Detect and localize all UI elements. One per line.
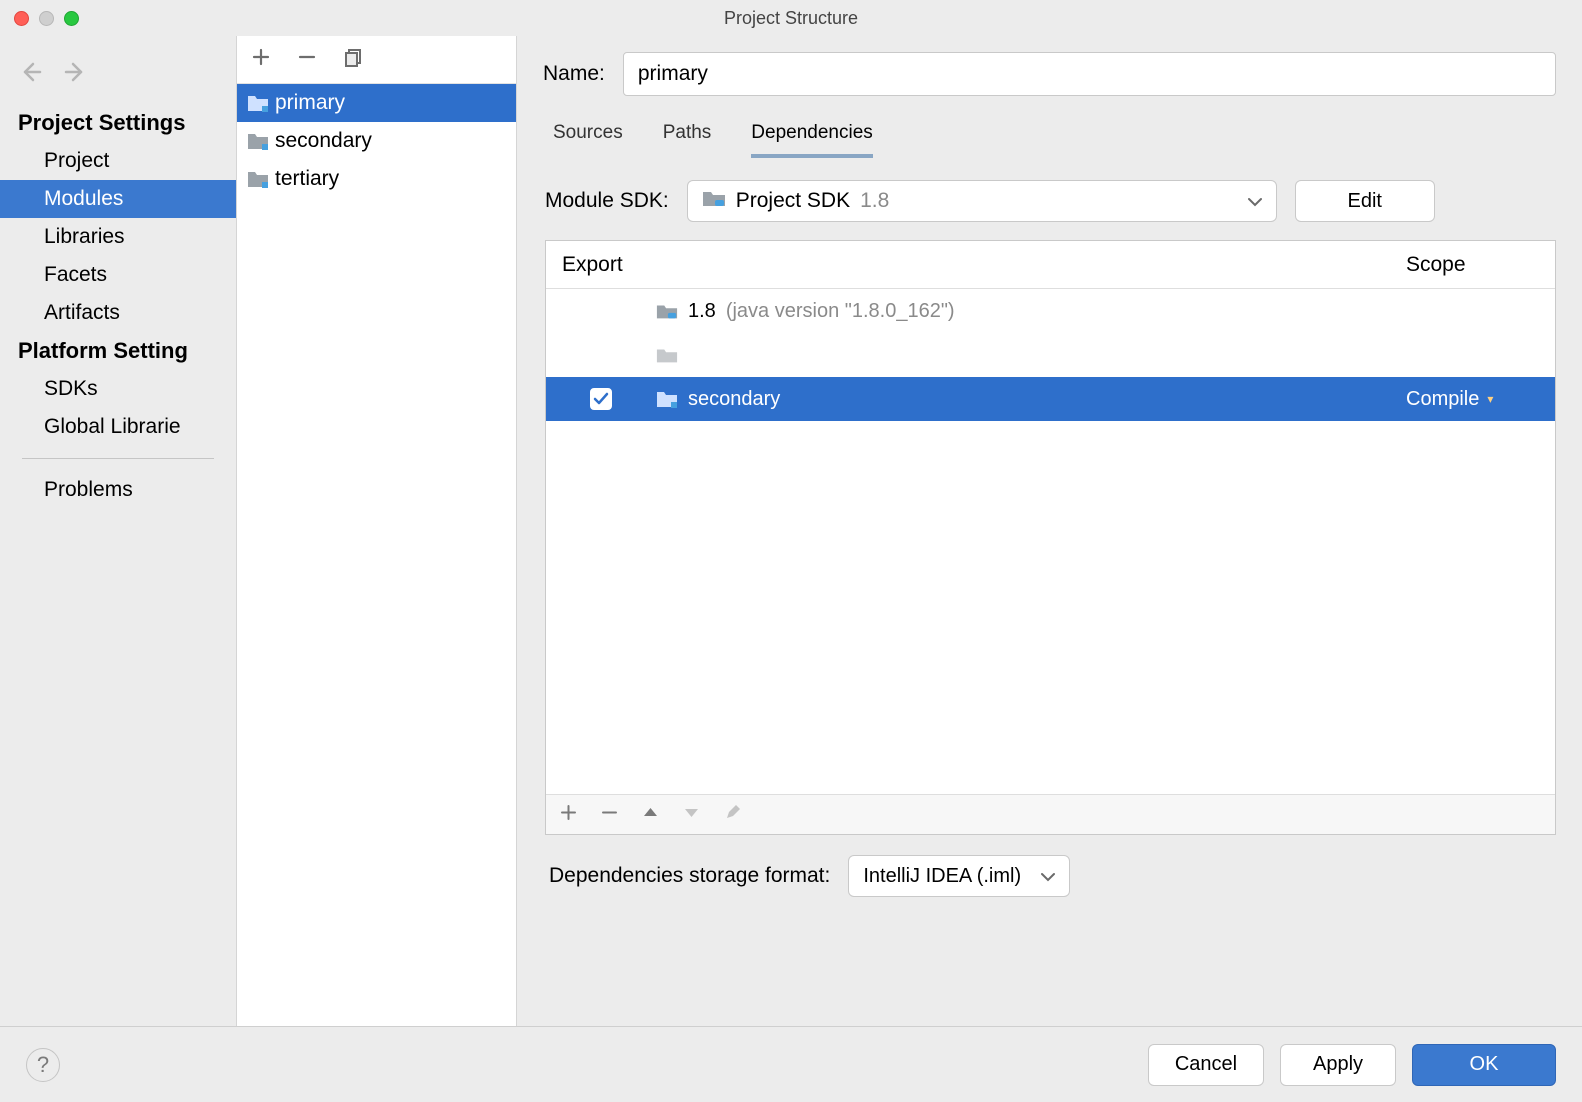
chevron-down-icon [1248, 189, 1262, 213]
storage-format-label: Dependencies storage format: [549, 864, 830, 888]
module-item-secondary[interactable]: secondary [237, 122, 516, 160]
sdk-folder-icon [702, 189, 726, 213]
storage-format-value: IntelliJ IDEA (.iml) [863, 865, 1021, 888]
add-module-icon[interactable] [251, 47, 271, 72]
workarea: Project Settings ProjectModulesLibraries… [0, 36, 1582, 1026]
module-sdk-select[interactable]: Project SDK 1.8 [687, 180, 1277, 222]
module-item-label: tertiary [275, 167, 339, 191]
sidebar-header-project-settings: Project Settings [0, 104, 236, 142]
column-scope[interactable]: Scope [1400, 253, 1555, 277]
sdk-name: Project SDK [736, 189, 850, 213]
dependency-name: 1.8 [688, 300, 716, 323]
tab-paths[interactable]: Paths [663, 122, 712, 158]
column-export[interactable]: Export [546, 253, 656, 277]
divider [22, 458, 214, 459]
storage-format-select[interactable]: IntelliJ IDEA (.iml) [848, 855, 1070, 897]
module-name-input[interactable] [623, 52, 1556, 96]
module-folder-icon [247, 94, 269, 112]
module-item-tertiary[interactable]: tertiary [237, 160, 516, 198]
dependency-scope[interactable]: Compile [1406, 388, 1479, 411]
ok-button[interactable]: OK [1412, 1044, 1556, 1086]
close-window-button[interactable] [14, 11, 29, 26]
chevron-down-icon: ▾ [1487, 392, 1493, 406]
forward-icon[interactable] [64, 60, 88, 90]
help-button[interactable]: ? [26, 1048, 60, 1082]
sidebar-item-global-librarie[interactable]: Global Librarie [0, 408, 236, 446]
table-header: Export Scope [546, 241, 1555, 289]
dependency-toolbar [546, 794, 1555, 834]
module-folder-icon [247, 132, 269, 150]
module-sdk-label: Module SDK: [545, 189, 669, 213]
dependency-detail: (java version "1.8.0_162") [726, 300, 955, 323]
titlebar: Project Structure [0, 0, 1582, 36]
sidebar: Project Settings ProjectModulesLibraries… [0, 36, 237, 1026]
copy-module-icon[interactable] [343, 47, 363, 72]
zoom-window-button[interactable] [64, 11, 79, 26]
move-down-icon[interactable] [683, 804, 700, 826]
sidebar-item-project[interactable]: Project [0, 142, 236, 180]
remove-dependency-icon[interactable] [601, 804, 618, 826]
add-dependency-icon[interactable] [560, 804, 577, 826]
detail-tabs: Sources Paths Dependencies [517, 96, 1582, 158]
detail-pane: Name: Sources Paths Dependencies Module SD… [517, 36, 1582, 1026]
remove-module-icon[interactable] [297, 47, 317, 72]
sidebar-item-artifacts[interactable]: Artifacts [0, 294, 236, 332]
nav-history [0, 36, 236, 104]
export-checkbox[interactable] [590, 388, 612, 410]
sidebar-item-sdks[interactable]: SDKs [0, 370, 236, 408]
module-folder-icon [247, 170, 269, 188]
window-controls [0, 11, 79, 26]
move-up-icon[interactable] [642, 804, 659, 826]
dependency-kind-icon [656, 390, 678, 408]
module-item-primary[interactable]: primary [237, 84, 516, 122]
sidebar-item-problems[interactable]: Problems [0, 471, 236, 509]
module-toolbar [237, 36, 516, 84]
dependencies-table: Export Scope 1.8 (java version "1.8.0_16… [545, 240, 1556, 835]
apply-button[interactable]: Apply [1280, 1044, 1396, 1086]
edit-sdk-button[interactable]: Edit [1295, 180, 1435, 222]
name-label: Name: [543, 62, 605, 86]
minimize-window-button[interactable] [39, 11, 54, 26]
dependency-kind-icon [656, 346, 678, 364]
dependency-name: secondary [688, 388, 780, 411]
sdk-version: 1.8 [860, 189, 889, 213]
chevron-down-icon [1041, 865, 1055, 888]
module-list: primary secondary tertiary [237, 36, 517, 1026]
tab-sources[interactable]: Sources [553, 122, 623, 158]
window-title: Project Structure [0, 8, 1582, 29]
back-icon[interactable] [18, 60, 42, 90]
edit-dependency-icon[interactable] [724, 804, 741, 826]
cancel-button[interactable]: Cancel [1148, 1044, 1264, 1086]
dependency-row[interactable]: secondary Compile ▾ [546, 377, 1555, 421]
sidebar-item-modules[interactable]: Modules [0, 180, 236, 218]
module-item-label: secondary [275, 129, 372, 153]
module-item-label: primary [275, 91, 345, 115]
tab-dependencies[interactable]: Dependencies [751, 122, 872, 158]
dependency-row[interactable]: 1.8 (java version "1.8.0_162") [546, 289, 1555, 333]
dependency-kind-icon [656, 302, 678, 320]
sidebar-header-platform-settings: Platform Setting [0, 332, 236, 370]
sidebar-item-facets[interactable]: Facets [0, 256, 236, 294]
dependency-row[interactable] [546, 333, 1555, 377]
footer: ? Cancel Apply OK [0, 1026, 1582, 1102]
sidebar-item-libraries[interactable]: Libraries [0, 218, 236, 256]
